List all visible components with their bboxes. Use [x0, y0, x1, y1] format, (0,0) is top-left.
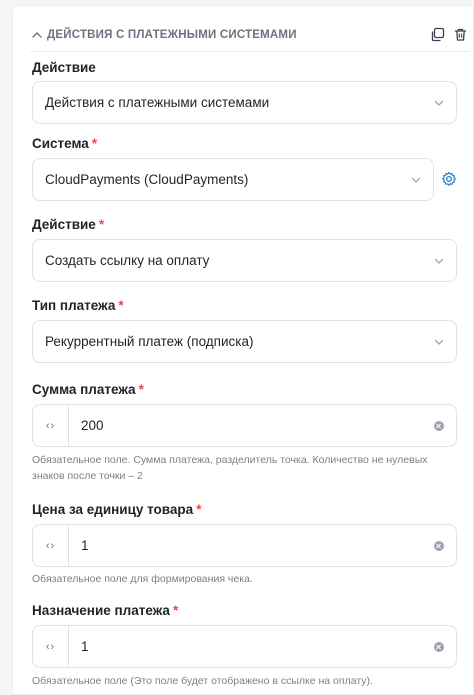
unit-price-input[interactable]: ‹› 1: [32, 524, 457, 567]
unit-price-hint: Обязательное поле для формирования чека.: [32, 573, 253, 585]
amount-label: Сумма платежа *: [32, 382, 144, 397]
clear-icon[interactable]: [434, 641, 444, 652]
chevron-down-icon: [434, 339, 444, 345]
code-toggle-icon[interactable]: ‹›: [33, 626, 69, 667]
payment-type-select[interactable]: Рекуррентный платеж (подписка): [32, 320, 457, 363]
system-label: Система *: [32, 136, 98, 151]
action-type-value: Действия с платежными системами: [45, 95, 270, 110]
trash-icon[interactable]: [453, 27, 468, 42]
action-value: Создать ссылку на оплату: [45, 253, 210, 268]
system-value: CloudPayments (CloudPayments): [45, 172, 249, 187]
action-select[interactable]: Создать ссылку на оплату: [32, 239, 457, 282]
clear-icon[interactable]: [434, 420, 444, 431]
chevron-up-icon[interactable]: [30, 28, 44, 42]
required-mark: *: [98, 217, 105, 232]
action-type-select[interactable]: Действия с платежными системами: [32, 81, 457, 124]
copy-icon[interactable]: [430, 27, 445, 42]
required-mark: *: [172, 603, 179, 618]
purpose-value[interactable]: 1: [69, 639, 434, 654]
amount-input[interactable]: ‹› 200: [32, 404, 457, 447]
code-toggle-icon[interactable]: ‹›: [33, 405, 69, 446]
chevron-down-icon: [411, 177, 421, 183]
gear-icon[interactable]: [441, 171, 457, 187]
amount-value[interactable]: 200: [69, 418, 434, 433]
system-select[interactable]: CloudPayments (CloudPayments): [32, 158, 434, 201]
unit-price-label: Цена за единицу товара *: [32, 502, 202, 517]
purpose-hint: Обязательное поле (Это поле будет отобра…: [32, 675, 373, 687]
purpose-label: Назначение платежа *: [32, 603, 179, 618]
purpose-input[interactable]: ‹› 1: [32, 625, 457, 668]
required-mark: *: [196, 502, 202, 517]
section-title: ДЕЙСТВИЯ С ПЛАТЕЖНЫМИ СИСТЕМАМИ: [47, 28, 297, 41]
chevron-down-icon: [434, 258, 444, 264]
amount-hint: Обязательное поле. Сумма платежа, раздел…: [32, 454, 428, 482]
clear-icon[interactable]: [434, 540, 444, 551]
collapse-toggle[interactable]: ДЕЙСТВИЯ С ПЛАТЕЖНЫМИ СИСТЕМАМИ: [30, 28, 297, 42]
chevron-down-icon: [434, 100, 444, 106]
unit-price-value[interactable]: 1: [69, 538, 434, 553]
action-label: Действие *: [32, 217, 105, 232]
payment-type-value: Рекуррентный платеж (подписка): [45, 334, 254, 349]
action-type-label: Действие: [32, 60, 96, 75]
required-mark: *: [118, 298, 124, 313]
section-header: ДЕЙСТВИЯ С ПЛАТЕЖНЫМИ СИСТЕМАМИ: [30, 18, 470, 52]
required-mark: *: [91, 136, 98, 151]
payment-type-label: Тип платежа *: [32, 298, 124, 313]
code-toggle-icon[interactable]: ‹›: [33, 525, 69, 566]
required-mark: *: [138, 382, 144, 397]
